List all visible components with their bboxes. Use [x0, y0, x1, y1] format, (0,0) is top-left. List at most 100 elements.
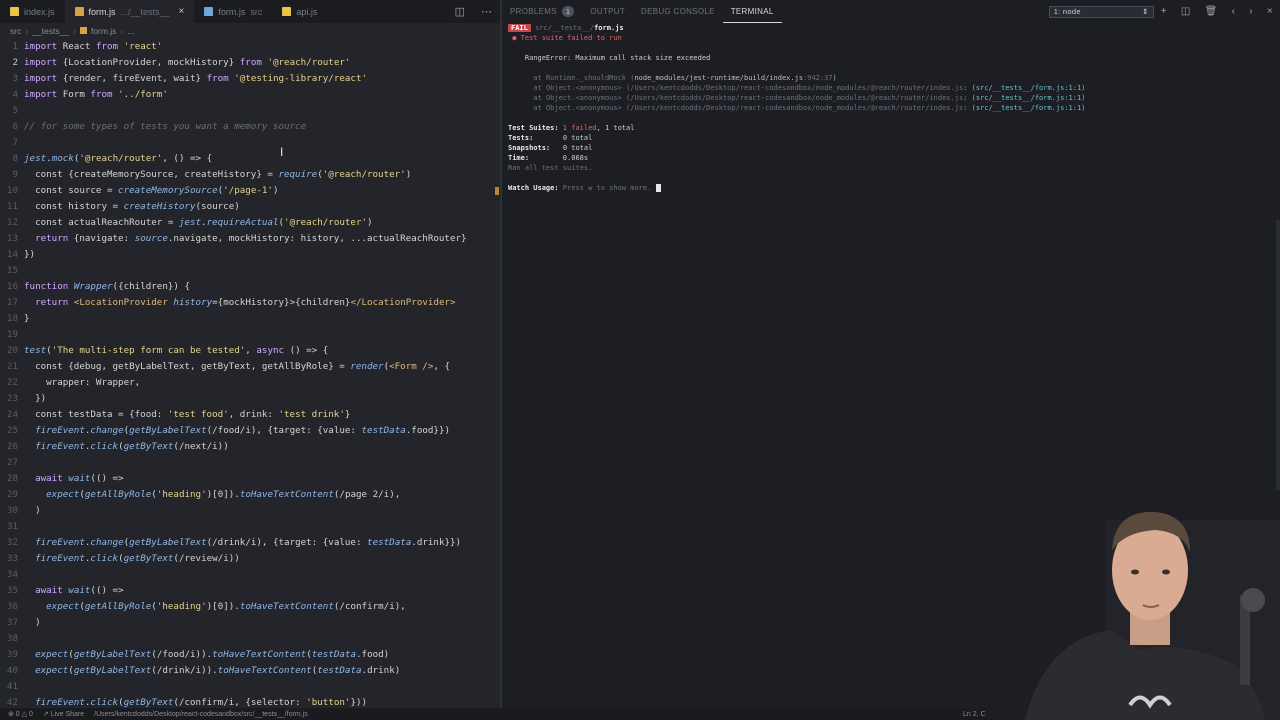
- code-text: wrapper: Wrapper,: [24, 377, 141, 388]
- breadcrumb-tests[interactable]: __tests__: [32, 26, 69, 36]
- split-terminal-icon[interactable]: ◫: [1174, 6, 1198, 17]
- line-number: 36: [6, 601, 18, 612]
- code-line[interactable]: 35 await wait(() =>: [0, 583, 500, 599]
- fail-tag: FAIL: [508, 24, 531, 32]
- line-number: 41: [6, 681, 18, 692]
- code-line[interactable]: 13 return {navigate: source.navigate, mo…: [0, 231, 500, 247]
- tab-terminal[interactable]: TERMINAL: [722, 0, 782, 23]
- stack-trace: at Runtime._shouldMock (node_modules/jes…: [508, 73, 1280, 113]
- code-editor[interactable]: 1 import React from 'react' 2 import {Locat…: [0, 39, 500, 708]
- js-file-icon: [10, 7, 19, 16]
- code-line[interactable]: 34: [0, 567, 500, 583]
- code-line[interactable]: 15: [0, 263, 500, 279]
- line-number: 6: [12, 121, 18, 132]
- terminal-output[interactable]: FAIL src/__tests__/form.js ● Test suite …: [502, 23, 1280, 193]
- terminal-cursor: [655, 184, 661, 192]
- live-share-button[interactable]: ↗ Live Share: [43, 710, 84, 718]
- split-editor-icon[interactable]: ◫: [447, 5, 473, 18]
- new-terminal-icon[interactable]: +: [1154, 6, 1174, 17]
- tab-debug-console[interactable]: DEBUG CONSOLE: [633, 0, 723, 23]
- editor-tab-bar: index.js form.js .../__tests__ × form.js…: [0, 0, 500, 23]
- code-line[interactable]: 17 return <LocationProvider history={moc…: [0, 295, 500, 311]
- code-line[interactable]: 12 const actualReachRouter = jest.requir…: [0, 215, 500, 231]
- code-line[interactable]: 31: [0, 519, 500, 535]
- trash-icon[interactable]: 🗑: [1198, 6, 1225, 17]
- code-line[interactable]: 20 test('The multi-step form can be teste…: [0, 343, 500, 359]
- tab-api-js[interactable]: api.js: [272, 0, 327, 23]
- code-line[interactable]: 24 const testData = {food: 'test food', …: [0, 407, 500, 423]
- code-line[interactable]: 9 const {createMemorySource, createHisto…: [0, 167, 500, 183]
- code-line[interactable]: 22 wrapper: Wrapper,: [0, 375, 500, 391]
- breadcrumb-file[interactable]: form.js: [91, 26, 117, 36]
- line-number: 17: [6, 297, 18, 308]
- code-line[interactable]: 23 }): [0, 391, 500, 407]
- code-line[interactable]: 27: [0, 455, 500, 471]
- code-line[interactable]: 11 const history = createHistory(source): [0, 199, 500, 215]
- terminal-select[interactable]: 1: node ⇕: [1048, 5, 1154, 18]
- code-text: await wait(() =>: [24, 585, 124, 596]
- stack-frame: at Object.<anonymous> (/Users/kentcdodds…: [533, 84, 1086, 92]
- tab-index-js[interactable]: index.js: [0, 0, 65, 23]
- code-line[interactable]: 18}: [0, 311, 500, 327]
- code-line[interactable]: 8 jest.mock('@reach/router', () => {: [0, 151, 500, 167]
- code-line[interactable]: 30 ): [0, 503, 500, 519]
- line-number: 25: [6, 425, 18, 436]
- line-number: 37: [6, 617, 18, 628]
- stack-frame: at Object.<anonymous> (/Users/kentcdodds…: [533, 104, 1086, 112]
- code-line[interactable]: 7: [0, 135, 500, 151]
- code-line[interactable]: 14}): [0, 247, 500, 263]
- code-line[interactable]: 10 const source = createMemorySource('/p…: [0, 183, 500, 199]
- code-text: function Wrapper({children}) {: [24, 281, 190, 292]
- close-tab-icon[interactable]: ×: [179, 6, 185, 17]
- scrollbar-marker: [495, 187, 499, 195]
- code-line[interactable]: 1 import React from 'react': [0, 39, 500, 55]
- close-panel-icon[interactable]: ×: [1260, 6, 1280, 17]
- code-line[interactable]: 28 await wait(() =>: [0, 471, 500, 487]
- code-line[interactable]: 36 expect(getAllByRole('heading')[0]).to…: [0, 599, 500, 615]
- code-line[interactable]: 42 fireEvent.click(getByText(/confirm/i,…: [0, 695, 500, 708]
- problems-status[interactable]: ⊗ 0 △ 0: [8, 710, 33, 718]
- code-line[interactable]: 39 expect(getByLabelText(/food/i)).toHav…: [0, 647, 500, 663]
- code-line[interactable]: 25 fireEvent.change(getByLabelText(/food…: [0, 423, 500, 439]
- code-text: fireEvent.click(getByText(/next/i)): [24, 441, 229, 452]
- code-line[interactable]: 4 import Form from '../form': [0, 87, 500, 103]
- line-number: 10: [6, 185, 18, 196]
- line-number: 38: [6, 633, 18, 644]
- code-line[interactable]: 33 fireEvent.click(getByText(/review/i)): [0, 551, 500, 567]
- code-line[interactable]: 3 import {render, fireEvent, wait} from '…: [0, 71, 500, 87]
- tab-form-test-js[interactable]: form.js .../__tests__ ×: [64, 0, 195, 23]
- code-line[interactable]: 2 import {LocationProvider, mockHistory} …: [0, 55, 500, 71]
- chevron-right-icon[interactable]: ›: [1242, 6, 1260, 17]
- stack-frame: at Runtime._shouldMock (node_modules/jes…: [533, 74, 837, 82]
- code-line[interactable]: 37 ): [0, 615, 500, 631]
- line-number: 34: [6, 569, 18, 580]
- code-line[interactable]: 6 // for some types of tests you want a m…: [0, 119, 500, 135]
- code-text: expect(getByLabelText(/food/i)).toHaveTe…: [35, 649, 390, 660]
- line-number: 12: [6, 217, 18, 228]
- breadcrumb-symbol[interactable]: ...: [127, 26, 134, 36]
- code-line[interactable]: 32 fireEvent.change(getByLabelText(/drin…: [0, 535, 500, 551]
- tab-problems[interactable]: PROBLEMS 1: [502, 0, 582, 23]
- stack-frame: at Object.<anonymous> (/Users/kentcdodds…: [533, 94, 1086, 102]
- line-number: 19: [6, 329, 18, 340]
- more-actions-icon[interactable]: ⋯: [473, 5, 500, 18]
- code-line[interactable]: 26 fireEvent.click(getByText(/next/i)): [0, 439, 500, 455]
- tab-output[interactable]: OUTPUT: [582, 0, 633, 23]
- code-line[interactable]: 21 const {debug, getByLabelText, getByTe…: [0, 359, 500, 375]
- code-line[interactable]: 29 expect(getAllByRole('heading')[0]).to…: [0, 487, 500, 503]
- code-text: import React from 'react': [24, 41, 163, 52]
- chevron-left-icon[interactable]: ‹: [1225, 6, 1243, 17]
- code-line[interactable]: 38: [0, 631, 500, 647]
- code-text: return {navigate: source.navigate, mockH…: [24, 233, 467, 244]
- code-line[interactable]: 16 function Wrapper({children}) {: [0, 279, 500, 295]
- code-line[interactable]: 41: [0, 679, 500, 695]
- code-line[interactable]: 40 expect(getByLabelText(/drink/i)).toHa…: [0, 663, 500, 679]
- code-text: expect(getAllByRole('heading')[0]).toHav…: [46, 489, 401, 500]
- tab-form-js[interactable]: form.js src: [194, 0, 272, 23]
- line-number: 11: [6, 201, 18, 212]
- code-line[interactable]: 19: [0, 327, 500, 343]
- breadcrumb-src[interactable]: src: [10, 26, 21, 36]
- test-file-icon: [74, 7, 84, 16]
- code-line[interactable]: 5: [0, 103, 500, 119]
